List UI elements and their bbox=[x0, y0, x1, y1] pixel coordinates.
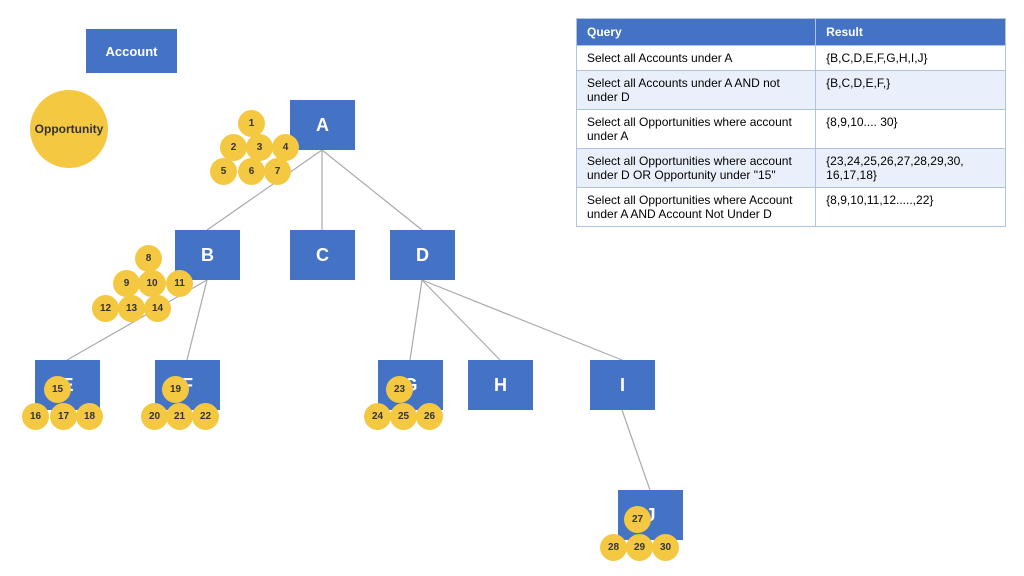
col-query: Query bbox=[577, 19, 816, 46]
opp-9: 9 bbox=[113, 270, 140, 297]
query-cell: Select all Accounts under A AND not unde… bbox=[577, 71, 816, 110]
query-table: Query Result Select all Accounts under A… bbox=[576, 18, 1006, 227]
opp-15: 15 bbox=[44, 376, 71, 403]
opp-4: 4 bbox=[272, 134, 299, 161]
legend-account-box: Account bbox=[86, 29, 177, 73]
opp-3: 3 bbox=[246, 134, 273, 161]
opp-7: 7 bbox=[264, 158, 291, 185]
legend-opportunity-circle: Opportunity bbox=[30, 90, 108, 168]
opp-2: 2 bbox=[220, 134, 247, 161]
opp-27: 27 bbox=[624, 506, 651, 533]
opp-17: 17 bbox=[50, 403, 77, 430]
node-H: H bbox=[468, 360, 533, 410]
opp-29: 29 bbox=[626, 534, 653, 561]
query-cell: Select all Accounts under A bbox=[577, 46, 816, 71]
opp-13: 13 bbox=[118, 295, 145, 322]
opp-8: 8 bbox=[135, 245, 162, 272]
result-cell: {23,24,25,26,27,28,29,30, 16,17,18} bbox=[816, 149, 1006, 188]
node-A: A bbox=[290, 100, 355, 150]
result-cell: {B,C,D,E,F,G,H,I,J} bbox=[816, 46, 1006, 71]
node-I: I bbox=[590, 360, 655, 410]
query-cell: Select all Opportunities where Account u… bbox=[577, 188, 816, 227]
node-D: D bbox=[390, 230, 455, 280]
opp-30: 30 bbox=[652, 534, 679, 561]
opp-25: 25 bbox=[390, 403, 417, 430]
opp-21: 21 bbox=[166, 403, 193, 430]
result-cell: {8,9,10.... 30} bbox=[816, 110, 1006, 149]
result-cell: {8,9,10,11,12.....,22} bbox=[816, 188, 1006, 227]
opp-22: 22 bbox=[192, 403, 219, 430]
opp-16: 16 bbox=[22, 403, 49, 430]
opp-24: 24 bbox=[364, 403, 391, 430]
opp-26: 26 bbox=[416, 403, 443, 430]
query-cell: Select all Opportunities where account u… bbox=[577, 110, 816, 149]
col-result: Result bbox=[816, 19, 1006, 46]
opp-14: 14 bbox=[144, 295, 171, 322]
opp-5: 5 bbox=[210, 158, 237, 185]
result-cell: {B,C,D,E,F,} bbox=[816, 71, 1006, 110]
opp-12: 12 bbox=[92, 295, 119, 322]
opp-18: 18 bbox=[76, 403, 103, 430]
query-cell: Select all Opportunities where account u… bbox=[577, 149, 816, 188]
opp-23: 23 bbox=[386, 376, 413, 403]
opp-6: 6 bbox=[238, 158, 265, 185]
node-C: C bbox=[290, 230, 355, 280]
diagram: Account Opportunity A B C D E F G H I J … bbox=[0, 0, 1024, 576]
opp-11: 11 bbox=[166, 270, 193, 297]
opp-10: 10 bbox=[138, 270, 166, 297]
opp-19: 19 bbox=[162, 376, 189, 403]
opp-20: 20 bbox=[141, 403, 168, 430]
opp-28: 28 bbox=[600, 534, 627, 561]
opp-1: 1 bbox=[238, 110, 265, 137]
